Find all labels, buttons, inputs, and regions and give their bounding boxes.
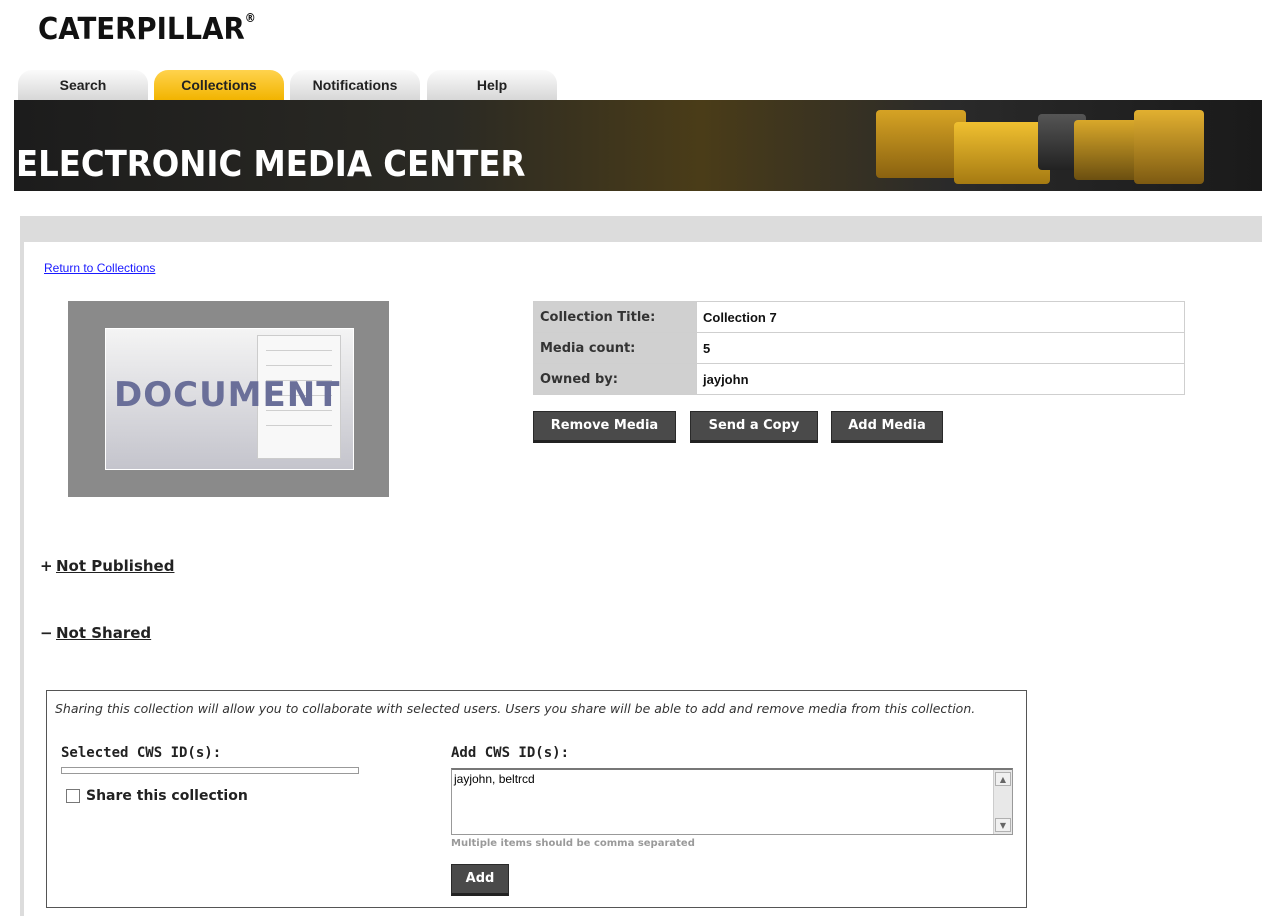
table-row: Media count: 5: [533, 332, 1185, 364]
table-row: Owned by: jayjohn: [533, 363, 1185, 395]
tab-collections[interactable]: Collections: [154, 70, 284, 100]
media-count-value: 5: [696, 332, 1185, 364]
not-shared-section[interactable]: − Not Shared: [40, 624, 151, 642]
banner-title: ELECTRONIC MEDIA CENTER: [16, 144, 526, 185]
share-collection-label: Share this collection: [86, 788, 248, 804]
logo-registered-mark: ®: [244, 11, 256, 25]
content-left-border: [20, 242, 24, 916]
add-ids-label: Add CWS ID(s):: [451, 745, 570, 761]
tab-notifications[interactable]: Notifications: [290, 70, 420, 100]
not-published-link[interactable]: Not Published: [56, 557, 174, 575]
caterpillar-logo: CATERPILLAR®: [38, 11, 256, 47]
add-button[interactable]: Add: [451, 864, 509, 896]
add-ids-field[interactable]: jayjohn, beltrcd ▲ ▼: [451, 768, 1013, 835]
textarea-scrollbar[interactable]: ▲ ▼: [993, 770, 1012, 834]
owned-by-value: jayjohn: [696, 363, 1185, 395]
add-ids-textarea[interactable]: jayjohn, beltrcd: [452, 770, 992, 832]
tab-help[interactable]: Help: [427, 70, 557, 100]
scroll-up-icon[interactable]: ▲: [995, 772, 1011, 786]
engine-image: [1134, 110, 1204, 184]
collapse-icon[interactable]: −: [40, 624, 56, 642]
thumbnail-label: DOCUMENT: [114, 375, 341, 415]
expand-icon[interactable]: +: [40, 557, 56, 575]
sharing-description: Sharing this collection will allow you t…: [55, 701, 976, 716]
engine-image: [876, 110, 966, 178]
content-header-bar: [20, 216, 1262, 242]
collection-details-table: Collection Title: Collection 7 Media cou…: [533, 301, 1185, 395]
selected-ids-label: Selected CWS ID(s):: [61, 745, 222, 761]
header-banner: ELECTRONIC MEDIA CENTER: [14, 100, 1262, 191]
share-collection-checkbox[interactable]: Share this collection: [66, 788, 248, 804]
logo-text: CATERPILLAR: [38, 12, 245, 47]
owned-by-key: Owned by:: [533, 363, 697, 395]
remove-media-button[interactable]: Remove Media: [533, 411, 676, 443]
generator-image: [954, 122, 1050, 184]
not-published-section[interactable]: + Not Published: [40, 557, 174, 575]
media-count-key: Media count:: [533, 332, 697, 364]
comma-hint: Multiple items should be comma separated: [451, 838, 695, 849]
tab-search[interactable]: Search: [18, 70, 148, 100]
sharing-panel: Sharing this collection will allow you t…: [46, 690, 1027, 908]
send-copy-button[interactable]: Send a Copy: [690, 411, 818, 443]
document-preview-icon: DOCUMENT: [105, 328, 354, 470]
checkbox-icon[interactable]: [66, 789, 80, 803]
collection-title-value: Collection 7: [696, 301, 1185, 333]
table-row: Collection Title: Collection 7: [533, 301, 1185, 333]
scroll-down-icon[interactable]: ▼: [995, 818, 1011, 832]
add-media-button[interactable]: Add Media: [831, 411, 943, 443]
not-shared-link[interactable]: Not Shared: [56, 624, 151, 642]
selected-ids-list[interactable]: [61, 767, 359, 774]
return-to-collections-link[interactable]: Return to Collections: [44, 261, 155, 275]
collection-thumbnail: DOCUMENT: [68, 301, 389, 497]
collection-title-key: Collection Title:: [533, 301, 697, 333]
